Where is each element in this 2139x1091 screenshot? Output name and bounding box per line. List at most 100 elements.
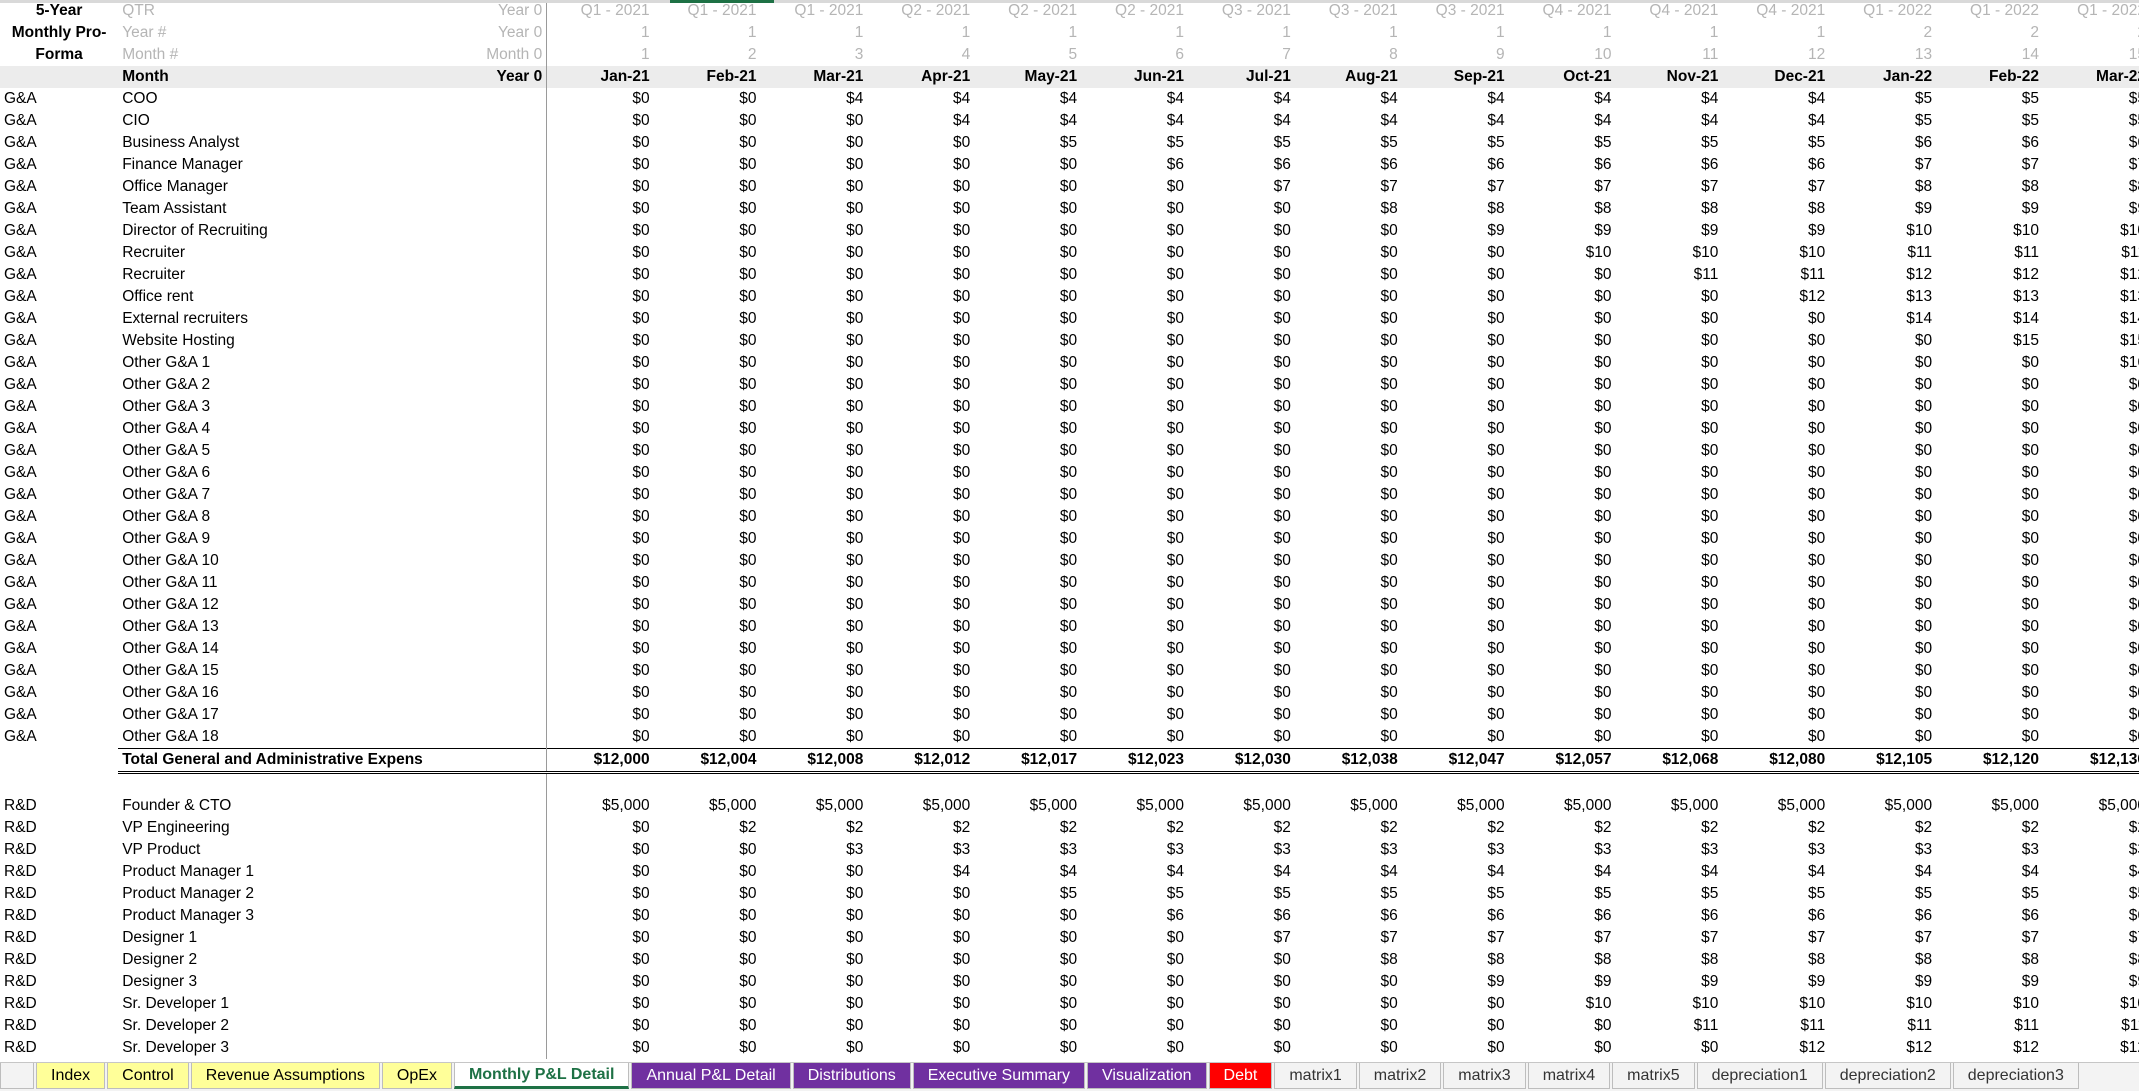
- value-cell[interactable]: $0: [2043, 462, 2139, 484]
- value-cell[interactable]: $0: [760, 154, 867, 176]
- value-cell[interactable]: $4: [1188, 110, 1295, 132]
- value-cell[interactable]: $0: [654, 861, 761, 883]
- value-cell[interactable]: $4: [974, 110, 1081, 132]
- value-cell[interactable]: $0: [1081, 506, 1188, 528]
- value-cell[interactable]: $0: [1829, 704, 1936, 726]
- category-cell[interactable]: G&A: [0, 374, 118, 396]
- year-num-cell[interactable]: 1: [547, 22, 654, 44]
- value-cell[interactable]: $0: [1509, 660, 1616, 682]
- total-value-cell[interactable]: $12,017: [974, 748, 1082, 774]
- category-cell[interactable]: R&D: [0, 993, 118, 1015]
- value-cell[interactable]: $6: [1936, 132, 2043, 154]
- value-cell[interactable]: $5,000: [547, 795, 654, 817]
- value-cell[interactable]: $0: [867, 638, 974, 660]
- value-cell[interactable]: $5,000: [1402, 795, 1509, 817]
- value-cell[interactable]: $4: [1615, 861, 1722, 883]
- value-cell[interactable]: $0: [1722, 374, 1829, 396]
- sheet-tab-matrix2[interactable]: matrix2: [1358, 1063, 1442, 1089]
- month-num-cell[interactable]: 14: [1936, 44, 2043, 66]
- value-cell[interactable]: $9: [2043, 198, 2139, 220]
- value-cell[interactable]: $0: [1936, 506, 2043, 528]
- value-cell[interactable]: $0: [1722, 484, 1829, 506]
- value-cell[interactable]: $0: [1402, 682, 1509, 704]
- value-cell[interactable]: $0: [974, 176, 1081, 198]
- value-cell[interactable]: $0: [867, 154, 974, 176]
- value-cell[interactable]: $5,000: [1615, 795, 1722, 817]
- value-cell[interactable]: $0: [547, 220, 654, 242]
- value-cell[interactable]: $2: [654, 817, 761, 839]
- value-cell[interactable]: $0: [547, 440, 654, 462]
- value-cell[interactable]: $0: [1295, 528, 1402, 550]
- value-cell[interactable]: $0: [1829, 396, 1936, 418]
- value-cell[interactable]: $0: [547, 396, 654, 418]
- value-cell[interactable]: $3: [1188, 839, 1295, 861]
- sheet-tab-revenue-assumptions[interactable]: Revenue Assumptions: [190, 1063, 380, 1089]
- year-num-cell[interactable]: 1: [867, 22, 974, 44]
- value-cell[interactable]: $0: [1722, 528, 1829, 550]
- value-cell[interactable]: $0: [1188, 594, 1295, 616]
- total-value-cell[interactable]: $12,105: [1829, 748, 1937, 774]
- value-cell[interactable]: $4: [760, 88, 867, 110]
- value-cell[interactable]: $0: [1295, 484, 1402, 506]
- value-cell[interactable]: $0: [1081, 242, 1188, 264]
- sheet-tab-annual-p-l-detail[interactable]: Annual P&L Detail: [631, 1063, 791, 1089]
- month-row-blank[interactable]: [0, 66, 119, 88]
- category-cell[interactable]: G&A: [0, 660, 118, 682]
- category-cell[interactable]: G&A: [0, 682, 118, 704]
- total-value-cell[interactable]: $12,008: [760, 748, 868, 774]
- value-cell[interactable]: $0: [974, 198, 1081, 220]
- value-cell[interactable]: $9: [1402, 971, 1509, 993]
- value-cell[interactable]: $11: [1722, 264, 1829, 286]
- year0-cell[interactable]: [423, 1014, 548, 1037]
- value-cell[interactable]: $0: [1722, 550, 1829, 572]
- line-item-label[interactable]: Sr. Developer 2: [118, 1015, 423, 1037]
- sheet-tab-depreciation3[interactable]: depreciation3: [1952, 1063, 2079, 1089]
- value-cell[interactable]: $0: [547, 550, 654, 572]
- value-cell[interactable]: $0: [867, 418, 974, 440]
- value-cell[interactable]: $0: [867, 506, 974, 528]
- value-cell[interactable]: $3: [760, 839, 867, 861]
- value-cell[interactable]: $0: [760, 308, 867, 330]
- value-cell[interactable]: $11: [2043, 242, 2139, 264]
- value-cell[interactable]: $0: [867, 132, 974, 154]
- value-cell[interactable]: $7: [1615, 176, 1722, 198]
- year0-cell[interactable]: [423, 882, 548, 905]
- year0-cell[interactable]: [423, 506, 548, 528]
- month-num-cell[interactable]: 1: [547, 44, 654, 66]
- value-cell[interactable]: $9: [1829, 198, 1936, 220]
- line-item-label[interactable]: Office rent: [118, 286, 423, 308]
- value-cell[interactable]: $0: [1829, 638, 1936, 660]
- value-cell[interactable]: $0: [760, 506, 867, 528]
- month-num-cell[interactable]: 3: [760, 44, 867, 66]
- value-cell[interactable]: $0: [1402, 528, 1509, 550]
- value-cell[interactable]: $0: [654, 352, 761, 374]
- value-cell[interactable]: $0: [1402, 993, 1509, 1015]
- total-value-cell[interactable]: $12,068: [1615, 748, 1723, 774]
- value-cell[interactable]: $7: [1402, 927, 1509, 949]
- year0-cell[interactable]: [423, 594, 548, 616]
- total-value-cell[interactable]: $12,080: [1722, 748, 1830, 774]
- value-cell[interactable]: $0: [1829, 528, 1936, 550]
- value-cell[interactable]: $0: [1295, 726, 1402, 749]
- year0-cell[interactable]: [423, 970, 548, 993]
- value-cell[interactable]: $5: [2043, 883, 2139, 905]
- qtr-cell[interactable]: Q1 - 2021: [547, 0, 654, 22]
- value-cell[interactable]: $7: [1509, 927, 1616, 949]
- sheet-tab-executive-summary[interactable]: Executive Summary: [912, 1063, 1085, 1089]
- value-cell[interactable]: $14: [2043, 308, 2139, 330]
- value-cell[interactable]: $0: [760, 682, 867, 704]
- value-cell[interactable]: $4: [1402, 110, 1509, 132]
- value-cell[interactable]: $0: [654, 1015, 761, 1037]
- value-cell[interactable]: $0: [760, 286, 867, 308]
- value-cell[interactable]: $0: [867, 176, 974, 198]
- value-cell[interactable]: $5,000: [974, 795, 1081, 817]
- month-cell[interactable]: Feb-22: [1936, 66, 2043, 88]
- value-cell[interactable]: $0: [867, 594, 974, 616]
- value-cell[interactable]: $0: [1936, 352, 2043, 374]
- value-cell[interactable]: $0: [760, 572, 867, 594]
- category-cell[interactable]: R&D: [0, 971, 118, 993]
- value-cell[interactable]: $0: [867, 993, 974, 1015]
- month-num-cell[interactable]: 7: [1188, 44, 1295, 66]
- year0-cell[interactable]: [423, 992, 548, 1015]
- tab-scroll-left-button[interactable]: [0, 1063, 34, 1089]
